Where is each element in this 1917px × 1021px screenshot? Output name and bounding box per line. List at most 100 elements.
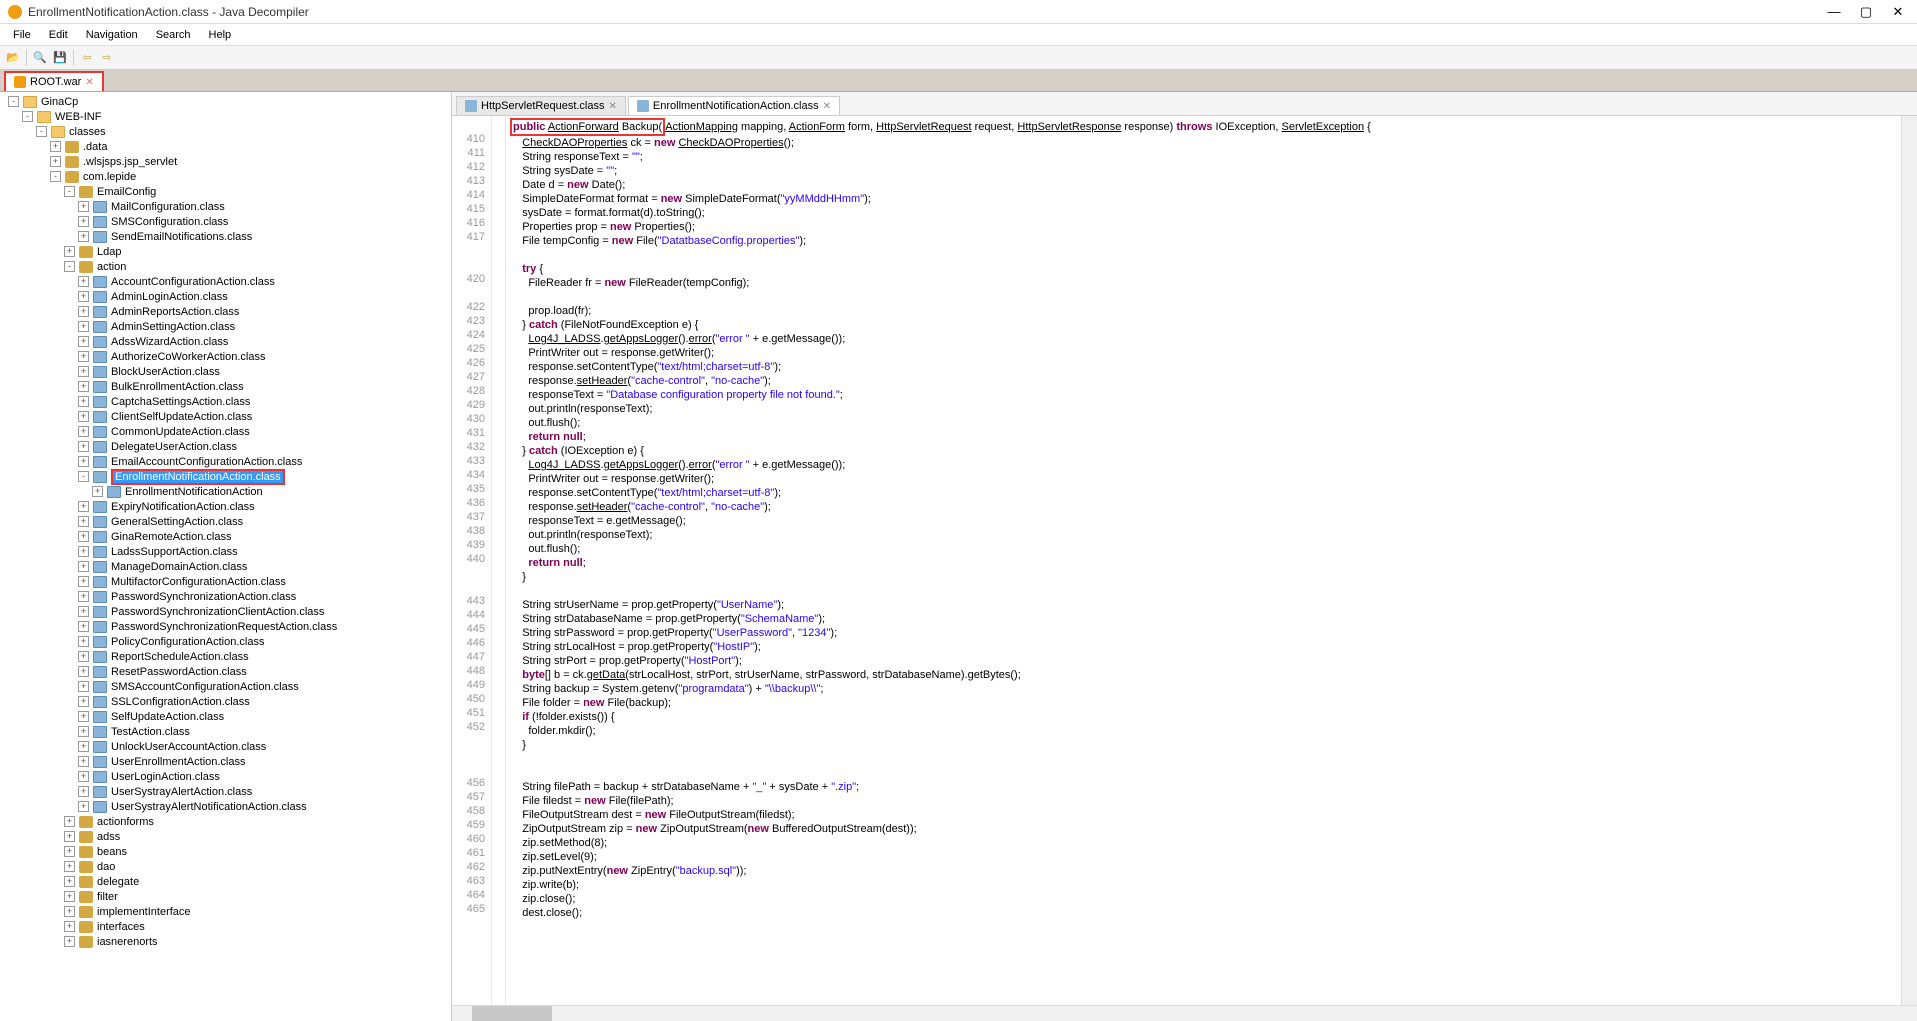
tree-item[interactable]: +BulkEnrollmentAction.class (0, 379, 451, 394)
tree-toggle-icon[interactable]: + (78, 711, 89, 722)
tree-toggle-icon[interactable]: + (78, 276, 89, 287)
tree-toggle-icon[interactable]: + (78, 441, 89, 452)
tree-item[interactable]: -GinaCp (0, 94, 451, 109)
tree-item[interactable]: +AdminSettingAction.class (0, 319, 451, 334)
tree-toggle-icon[interactable]: + (50, 141, 61, 152)
maximize-button[interactable]: ▢ (1859, 5, 1873, 19)
tree-item[interactable]: +AdminLoginAction.class (0, 289, 451, 304)
tree-toggle-icon[interactable]: + (64, 846, 75, 857)
package-explorer[interactable]: -GinaCp-WEB-INF-classes+.data+.wlsjsps.j… (0, 92, 452, 1021)
tree-toggle-icon[interactable]: - (50, 171, 61, 182)
horizontal-scrollbar[interactable] (452, 1005, 1917, 1021)
tree-item[interactable]: +SSLConfigrationAction.class (0, 694, 451, 709)
tree-item[interactable]: +CaptchaSettingsAction.class (0, 394, 451, 409)
menu-file[interactable]: File (4, 26, 40, 44)
tree-item[interactable]: +ReportScheduleAction.class (0, 649, 451, 664)
tree-item[interactable]: +AuthorizeCoWorkerAction.class (0, 349, 451, 364)
tree-toggle-icon[interactable]: + (64, 891, 75, 902)
tree-item[interactable]: +dao (0, 859, 451, 874)
tree-toggle-icon[interactable]: + (78, 771, 89, 782)
tree-toggle-icon[interactable]: + (78, 516, 89, 527)
tree-toggle-icon[interactable]: + (78, 786, 89, 797)
tree-item[interactable]: +GeneralSettingAction.class (0, 514, 451, 529)
tree-item[interactable]: +EmailAccountConfigurationAction.class (0, 454, 451, 469)
tree-item[interactable]: +PolicyConfigurationAction.class (0, 634, 451, 649)
editor-tab[interactable]: HttpServletRequest.class✕ (456, 96, 626, 115)
tree-toggle-icon[interactable]: + (64, 861, 75, 872)
tree-item[interactable]: +.data (0, 139, 451, 154)
tree-toggle-icon[interactable]: + (78, 681, 89, 692)
tree-toggle-icon[interactable]: + (78, 501, 89, 512)
tree-item[interactable]: +DelegateUserAction.class (0, 439, 451, 454)
tree-item[interactable]: -com.lepide (0, 169, 451, 184)
tree-item[interactable]: +BlockUserAction.class (0, 364, 451, 379)
tree-toggle-icon[interactable]: + (78, 396, 89, 407)
file-tab-root[interactable]: ROOT.war ✕ (4, 71, 104, 91)
tree-toggle-icon[interactable]: + (78, 801, 89, 812)
tree-item[interactable]: +UserLoginAction.class (0, 769, 451, 784)
tree-toggle-icon[interactable]: + (64, 246, 75, 257)
open-icon[interactable]: 📂 (4, 49, 22, 67)
editor-tab[interactable]: EnrollmentNotificationAction.class✕ (628, 96, 840, 115)
tree-toggle-icon[interactable]: + (78, 231, 89, 242)
tree-toggle-icon[interactable]: + (92, 486, 103, 497)
tree-item[interactable]: +filter (0, 889, 451, 904)
back-icon[interactable]: ⇦ (78, 49, 96, 67)
tree-toggle-icon[interactable]: + (78, 636, 89, 647)
open-type-icon[interactable]: 🔍 (31, 49, 49, 67)
tree-item[interactable]: +.wlsjsps.jsp_servlet (0, 154, 451, 169)
tree-toggle-icon[interactable]: + (78, 531, 89, 542)
save-icon[interactable]: 💾 (51, 49, 69, 67)
minimize-button[interactable]: — (1827, 5, 1841, 19)
tree-item[interactable]: +PasswordSynchronizationAction.class (0, 589, 451, 604)
tree-toggle-icon[interactable]: + (78, 591, 89, 602)
menu-edit[interactable]: Edit (40, 26, 77, 44)
tree-toggle-icon[interactable]: + (64, 876, 75, 887)
tree-toggle-icon[interactable]: - (36, 126, 47, 137)
menu-help[interactable]: Help (200, 26, 241, 44)
tree-item[interactable]: +TestAction.class (0, 724, 451, 739)
tree-item[interactable]: +iasnerenorts (0, 934, 451, 949)
tree-toggle-icon[interactable]: + (78, 321, 89, 332)
close-icon[interactable]: ✕ (609, 101, 617, 112)
tree-toggle-icon[interactable]: + (78, 306, 89, 317)
tree-toggle-icon[interactable]: + (78, 201, 89, 212)
tree-toggle-icon[interactable]: + (78, 576, 89, 587)
tree-toggle-icon[interactable]: + (78, 366, 89, 377)
tree-item[interactable]: +SMSConfiguration.class (0, 214, 451, 229)
tree-toggle-icon[interactable]: + (78, 651, 89, 662)
close-icon[interactable]: ✕ (85, 77, 93, 88)
tree-toggle-icon[interactable]: + (78, 546, 89, 557)
tree-item[interactable]: +actionforms (0, 814, 451, 829)
tree-item[interactable]: +AdssWizardAction.class (0, 334, 451, 349)
tree-item[interactable]: -WEB-INF (0, 109, 451, 124)
tree-item[interactable]: +UserSystrayAlertNotificationAction.clas… (0, 799, 451, 814)
tree-toggle-icon[interactable]: + (78, 741, 89, 752)
tree-toggle-icon[interactable]: + (78, 561, 89, 572)
tree-item[interactable]: +EnrollmentNotificationAction (0, 484, 451, 499)
tree-toggle-icon[interactable]: - (64, 186, 75, 197)
forward-icon[interactable]: ⇨ (98, 49, 116, 67)
tree-item[interactable]: +ClientSelfUpdateAction.class (0, 409, 451, 424)
tree-item[interactable]: +UserEnrollmentAction.class (0, 754, 451, 769)
tree-toggle-icon[interactable]: + (78, 291, 89, 302)
tree-toggle-icon[interactable]: + (78, 456, 89, 467)
tree-item[interactable]: -action (0, 259, 451, 274)
tree-toggle-icon[interactable]: + (78, 756, 89, 767)
tree-item[interactable]: +Ldap (0, 244, 451, 259)
tree-item[interactable]: +AdminReportsAction.class (0, 304, 451, 319)
tree-item[interactable]: +PasswordSynchronizationRequestAction.cl… (0, 619, 451, 634)
tree-toggle-icon[interactable]: - (78, 471, 89, 482)
tree-toggle-icon[interactable]: + (50, 156, 61, 167)
tree-toggle-icon[interactable]: - (22, 111, 33, 122)
tree-item[interactable]: +interfaces (0, 919, 451, 934)
close-button[interactable]: ✕ (1891, 5, 1905, 19)
scroll-thumb[interactable] (472, 1006, 552, 1021)
tree-toggle-icon[interactable]: + (64, 831, 75, 842)
tree-item[interactable]: +CommonUpdateAction.class (0, 424, 451, 439)
tree-item[interactable]: +ResetPasswordAction.class (0, 664, 451, 679)
tree-item[interactable]: -EnrollmentNotificationAction.class (0, 469, 451, 484)
tree-item[interactable]: +SendEmailNotifications.class (0, 229, 451, 244)
tree-toggle-icon[interactable]: + (78, 351, 89, 362)
tree-item[interactable]: +GinaRemoteAction.class (0, 529, 451, 544)
